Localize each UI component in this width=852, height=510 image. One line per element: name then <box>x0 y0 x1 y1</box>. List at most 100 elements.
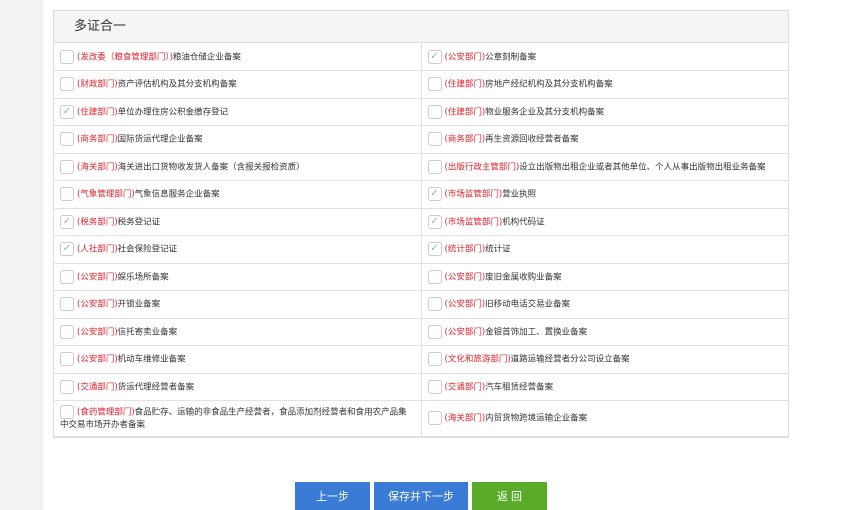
checkbox[interactable] <box>427 104 442 119</box>
certificate-item[interactable]: ✓ (住建部门)单位办理住房公积金缴存登记 <box>54 98 421 126</box>
checkbox-checked[interactable]: ✓ <box>60 242 74 257</box>
certificate-item[interactable]: (住建部门)房地产经纪机构及其分支机构备案 <box>420 70 788 99</box>
checkbox-checked[interactable]: ✓ <box>60 104 74 119</box>
department-label: (公安部门) <box>77 272 118 283</box>
certificate-name: 信托寄卖业备案 <box>117 327 178 338</box>
checkbox[interactable] <box>427 411 442 426</box>
checkbox[interactable] <box>60 269 74 284</box>
table-row: (公安部门)信托寄卖业备案 (公安部门)金银首饰加工、置换业备案 <box>54 318 788 346</box>
certificate-name: 房地产经纪机构及其分支机构备案 <box>485 79 613 90</box>
table-row: (公安部门)机动车维修业备案 (文化和旅游部门)道路运输经营者分公司设立备案 <box>54 345 788 374</box>
checkbox[interactable] <box>60 159 74 174</box>
department-label: (市场监管部门) <box>444 217 503 228</box>
checkbox[interactable] <box>60 297 74 312</box>
checkbox[interactable] <box>427 132 442 147</box>
checkbox[interactable] <box>60 379 74 394</box>
certificate-item[interactable]: ✓ (统计部门)统计证 <box>420 235 788 264</box>
checkbox[interactable] <box>60 324 74 339</box>
certificate-item[interactable]: (公安部门)废旧金属收购业备案 <box>420 263 788 291</box>
checkbox[interactable] <box>427 269 442 284</box>
certificate-item[interactable]: (海关部门)海关进出口货物收发货人备案（含报关报检资质） <box>54 153 421 181</box>
certificate-item[interactable]: (发改委（粮食管理部门）)粮油仓储企业备案 <box>54 43 421 71</box>
checkbox[interactable] <box>60 49 74 64</box>
checkbox[interactable] <box>427 159 442 174</box>
checkbox[interactable] <box>427 77 442 92</box>
certificate-name: 汽车租赁经营备案 <box>485 382 554 393</box>
save-and-next-button[interactable]: 保存并下一步 <box>374 482 468 510</box>
table-row: (交通部门)货运代理经营者备案 (交通部门)汽车租赁经营备案 <box>54 373 788 401</box>
main-content: 多证合一 (发改委（粮食管理部门）)粮油仓储企业备案 ✓ (公安部门)公章刻制备案(… <box>43 0 852 510</box>
table-row: (公安部门)开锁业备案 (公安部门)旧移动电话交易业备案 <box>54 290 788 319</box>
department-label: (公安部门) <box>77 354 118 365</box>
certificate-item[interactable]: (文化和旅游部门)道路运输经营者分公司设立备案 <box>420 345 788 374</box>
certificate-name: 金银首饰加工、置换业备案 <box>485 327 588 338</box>
certificate-item[interactable]: ✓ (市场监管部门)营业执照 <box>420 180 788 209</box>
checkbox[interactable] <box>427 324 442 339</box>
certificate-item[interactable]: (海关部门)内贸货物跨境运输企业备案 <box>420 400 788 437</box>
certificate-item[interactable]: (食药管理部门)食品贮存、运输的非食品生产经营者，食品添加剂经营者和食用农产品集… <box>54 400 421 437</box>
checkbox-checked[interactable]: ✓ <box>60 214 74 229</box>
checkbox-checked[interactable]: ✓ <box>427 49 442 64</box>
certificate-name: 开锁业备案 <box>117 299 161 310</box>
certificate-item[interactable]: ✓ (税务部门)税务登记证 <box>54 208 421 236</box>
certificate-name: 机构代码证 <box>502 217 545 228</box>
back-button[interactable]: 返 回 <box>472 482 547 510</box>
department-label: (海关部门) <box>444 413 486 424</box>
table-row: (气象管理部门)气象信息服务企业备案 ✓ (市场监管部门)营业执照 <box>54 180 788 209</box>
certificate-item[interactable]: (住建部门)物业服务企业及其分支机构备案 <box>420 98 788 126</box>
table-row: (公安部门)娱乐场所备案 (公安部门)废旧金属收购业备案 <box>54 263 788 291</box>
department-label: (交通部门) <box>77 382 118 393</box>
checkbox[interactable] <box>60 352 74 367</box>
certificate-item[interactable]: (出版行政主管部门)设立出版物出租企业或者其他单位、个人从事出版物出租业务备案 <box>420 153 788 181</box>
certificate-item[interactable]: (商务部门)再生资源回收经营者备案 <box>420 125 788 154</box>
department-label: (住建部门) <box>444 79 486 90</box>
certificate-item[interactable]: (公安部门)信托寄卖业备案 <box>54 318 421 346</box>
certificate-item[interactable]: (交通部门)汽车租赁经营备案 <box>420 373 788 401</box>
certificate-item[interactable]: (公安部门)机动车维修业备案 <box>54 345 421 374</box>
department-label: (统计部门) <box>444 244 486 255</box>
checkbox[interactable] <box>60 132 74 147</box>
checkbox[interactable] <box>427 352 442 367</box>
certificate-name: 税务登记证 <box>117 217 161 228</box>
certificate-item[interactable]: (交通部门)货运代理经营者备案 <box>54 373 421 401</box>
checkbox-checked[interactable]: ✓ <box>427 187 442 202</box>
table-row: ✓ (人社部门)社会保险登记证 ✓ (统计部门)统计证 <box>54 235 788 264</box>
checkbox[interactable] <box>60 187 74 202</box>
table-row: (商务部门)国际货运代理企业备案 (商务部门)再生资源回收经营者备案 <box>54 125 788 154</box>
certificate-name: 机动车维修业备案 <box>117 354 186 365</box>
checkbox-checked[interactable]: ✓ <box>427 242 442 257</box>
certificate-item[interactable]: (气象管理部门)气象信息服务企业备案 <box>54 180 421 209</box>
certificate-item[interactable]: ✓ (市场监管部门)机构代码证 <box>420 208 788 236</box>
prev-step-button[interactable]: 上一步 <box>295 482 370 510</box>
checkbox[interactable] <box>427 297 442 312</box>
checkbox[interactable] <box>60 77 74 92</box>
certificate-item[interactable]: (公安部门)金银首饰加工、置换业备案 <box>420 318 788 346</box>
department-label: (公安部门) <box>444 52 486 62</box>
certificate-name: 资产评估机构及其分支机构备案 <box>117 79 237 90</box>
department-label: (商务部门) <box>77 134 118 145</box>
multi-certificate-panel: 多证合一 (发改委（粮食管理部门）)粮油仓储企业备案 ✓ (公安部门)公章刻制备案(… <box>53 10 789 438</box>
certificate-name: 营业执照 <box>502 189 537 200</box>
certificate-item[interactable]: (公安部门)娱乐场所备案 <box>54 263 421 291</box>
checkbox-checked[interactable]: ✓ <box>427 214 442 229</box>
certificate-item[interactable]: (公安部门)旧移动电话交易业备案 <box>420 290 788 319</box>
department-label: (公安部门) <box>444 299 486 310</box>
certificate-name: 内贸货物跨境运输企业备案 <box>485 413 588 424</box>
table-row: (财政部门)资产评估机构及其分支机构备案 (住建部门)房地产经纪机构及其分支机构备… <box>54 70 788 99</box>
department-label: (公安部门) <box>77 327 118 338</box>
certificate-item[interactable]: ✓ (公安部门)公章刻制备案 <box>420 43 788 71</box>
department-label: (文化和旅游部门) <box>444 354 511 365</box>
certificate-name: 国际货运代理企业备案 <box>117 134 203 145</box>
checkbox[interactable] <box>427 379 442 394</box>
certificate-name: 物业服务企业及其分支机构备案 <box>485 107 605 118</box>
certificate-item[interactable]: (财政部门)资产评估机构及其分支机构备案 <box>54 70 421 99</box>
certificate-item[interactable]: (公安部门)开锁业备案 <box>54 290 421 319</box>
certificate-table: (发改委（粮食管理部门）)粮油仓储企业备案 ✓ (公安部门)公章刻制备案 (财政部门)… <box>54 43 788 437</box>
certificate-name: 公章刻制备案 <box>485 52 537 62</box>
department-label: (税务部门) <box>77 217 118 228</box>
certificate-name: 气象信息服务企业备案 <box>134 189 220 200</box>
checkbox[interactable] <box>60 404 74 419</box>
certificate-item[interactable]: ✓ (人社部门)社会保险登记证 <box>54 235 421 264</box>
certificate-item[interactable]: (商务部门)国际货运代理企业备案 <box>54 125 421 154</box>
certificate-name: 道路运输经营者分公司设立备案 <box>510 354 630 365</box>
